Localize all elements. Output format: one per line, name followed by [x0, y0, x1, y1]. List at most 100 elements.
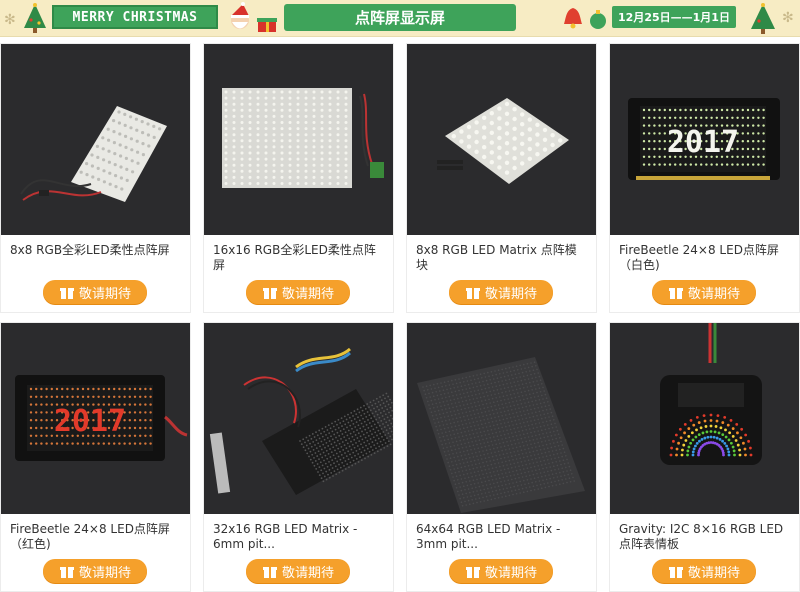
- led-dot: [149, 411, 151, 413]
- led-dot: [438, 398, 440, 400]
- led-dot: [322, 436, 324, 438]
- led-dot: [281, 139, 284, 142]
- product-name[interactable]: 64x64 RGB LED Matrix - 3mm pit...: [416, 522, 588, 552]
- led-dot: [35, 427, 37, 429]
- product-image[interactable]: [610, 323, 799, 514]
- led-dot: [449, 465, 451, 467]
- coming-soon-button[interactable]: 敬请期待: [43, 559, 147, 583]
- banner-title-box: 点阵屏显示屏: [284, 4, 516, 31]
- led-dot: [443, 389, 445, 391]
- led-dot: [486, 391, 488, 393]
- led-dot: [481, 423, 483, 425]
- led-dot: [233, 121, 236, 124]
- product-card[interactable]: 64x64 RGB LED Matrix - 3mm pit... 敬请期待: [406, 322, 597, 592]
- product-name[interactable]: FireBeetle 24×8 LED点阵屏（红色): [10, 522, 182, 552]
- coming-soon-button[interactable]: 敬请期待: [246, 280, 350, 304]
- led-dot: [337, 145, 340, 148]
- product-image[interactable]: [407, 44, 596, 235]
- led-dot: [144, 403, 146, 405]
- led-dot: [324, 468, 326, 470]
- led-dot: [377, 450, 379, 452]
- gift-icon: [465, 284, 481, 300]
- led-dot: [494, 405, 496, 407]
- product-name[interactable]: 32x16 RGB LED Matrix - 6mm pit...: [213, 522, 385, 552]
- led-dot: [233, 103, 236, 106]
- led-dot: [373, 400, 375, 402]
- product-name[interactable]: FireBeetle 24×8 LED点阵屏（白色): [619, 243, 791, 273]
- led-dot: [388, 412, 390, 414]
- product-name[interactable]: 16x16 RGB全彩LED柔性点阵屏: [213, 243, 385, 273]
- led-dot: [273, 109, 276, 112]
- led-dot: [500, 458, 502, 460]
- coming-soon-button[interactable]: 敬请期待: [652, 559, 756, 583]
- led-dot: [483, 407, 485, 409]
- led-dot: [45, 403, 47, 405]
- product-name[interactable]: 8x8 RGB LED Matrix 点阵模块: [416, 243, 588, 273]
- product-card[interactable]: 16x16 RGB全彩LED柔性点阵屏 敬请期待: [203, 43, 394, 313]
- led-dot: [129, 115, 132, 118]
- led-dot: [543, 413, 545, 415]
- led-dot: [559, 472, 561, 474]
- led-dot: [359, 456, 361, 458]
- led-dot: [698, 433, 701, 436]
- led-dot: [482, 404, 484, 406]
- product-image[interactable]: 2017: [610, 44, 799, 235]
- led-dot: [273, 158, 276, 161]
- led-dot: [566, 459, 568, 461]
- product-card[interactable]: 2017 FireBeetle 24×8 LED点阵屏（红色) 敬请期待: [0, 322, 191, 592]
- led-dot: [475, 452, 477, 454]
- coming-soon-button[interactable]: 敬请期待: [652, 280, 756, 304]
- led-dot: [752, 140, 754, 142]
- led-dot: [144, 427, 146, 429]
- led-dot: [233, 127, 236, 130]
- led-dot: [530, 362, 532, 364]
- led-dot: [141, 142, 144, 145]
- led-dot: [702, 432, 705, 435]
- led-dot: [77, 396, 79, 398]
- product-card[interactable]: 8x8 RGB全彩LED柔性点阵屏 敬请期待: [0, 43, 191, 313]
- led-dot: [319, 474, 321, 476]
- led-dot: [747, 132, 749, 134]
- product-image[interactable]: [204, 44, 393, 235]
- led-dot: [241, 158, 244, 161]
- product-image[interactable]: [204, 323, 393, 514]
- led-dot: [349, 446, 351, 448]
- led-dot: [139, 435, 141, 437]
- led-dot: [446, 412, 448, 414]
- led-dot: [321, 152, 324, 155]
- led-dot: [643, 132, 645, 134]
- led-dot: [494, 498, 496, 500]
- led-dot: [554, 457, 556, 459]
- led-dot: [123, 396, 125, 398]
- led-dot: [103, 388, 105, 390]
- led-dot: [233, 158, 236, 161]
- led-dot: [531, 377, 533, 379]
- led-dot: [249, 133, 252, 136]
- led-dot: [426, 397, 428, 399]
- coming-soon-button[interactable]: 敬请期待: [246, 559, 350, 583]
- coming-soon-button[interactable]: 敬请期待: [449, 559, 553, 583]
- led-dot: [504, 387, 506, 389]
- product-image[interactable]: 2017: [1, 323, 190, 514]
- led-dot: [539, 445, 541, 447]
- product-image[interactable]: [407, 323, 596, 514]
- led-dot: [465, 504, 467, 506]
- led-dot: [380, 412, 382, 414]
- product-card[interactable]: 32x16 RGB LED Matrix - 6mm pit... 敬请期待: [203, 322, 394, 592]
- led-dot: [438, 410, 440, 412]
- product-image[interactable]: [1, 44, 190, 235]
- led-dot: [529, 417, 531, 419]
- product-card[interactable]: 2017 FireBeetle 24×8 LED点阵屏（白色) 敬请期待: [609, 43, 800, 313]
- led-dot: [354, 410, 356, 412]
- led-dot: [500, 493, 502, 495]
- led-dot: [455, 391, 457, 393]
- product-card[interactable]: 8x8 RGB LED Matrix 点阵模块 敬请期待: [406, 43, 597, 313]
- coming-soon-button[interactable]: 敬请期待: [449, 280, 553, 304]
- product-card[interactable]: Gravity: I2C 8×16 RGB LED点阵表情板 敬请期待: [609, 322, 800, 592]
- product-name[interactable]: Gravity: I2C 8×16 RGB LED点阵表情板: [619, 522, 791, 552]
- led-dot: [710, 436, 713, 439]
- product-name[interactable]: 8x8 RGB全彩LED柔性点阵屏: [10, 243, 182, 258]
- led-dot: [485, 492, 487, 494]
- coming-soon-button[interactable]: 敬请期待: [43, 280, 147, 304]
- led-dot: [491, 499, 493, 501]
